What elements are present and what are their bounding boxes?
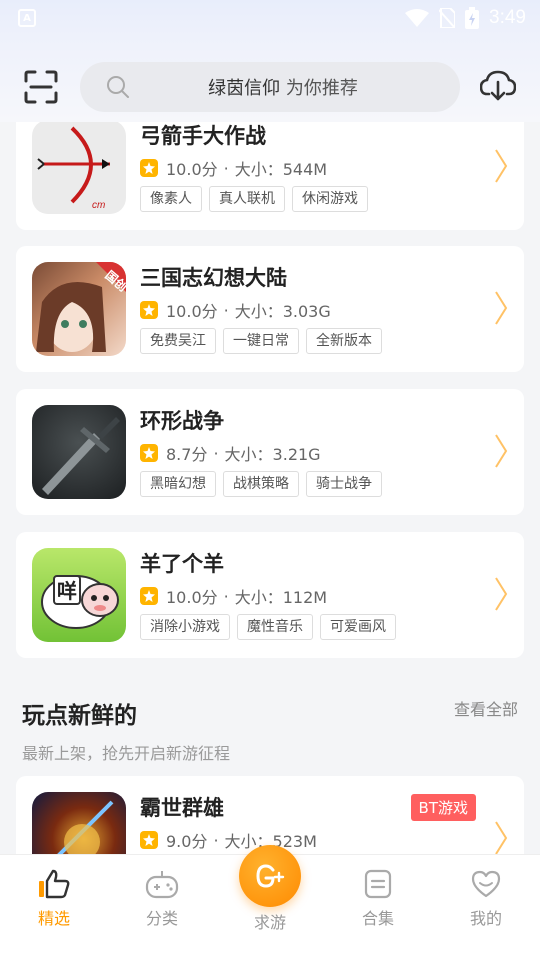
game-size: 大小：3.03G — [234, 302, 331, 321]
tab-mine[interactable]: 我的 — [446, 867, 526, 929]
game-name: 羊了个羊 — [140, 552, 224, 576]
scan-icon[interactable] — [24, 70, 58, 104]
sheep-image: 咩 — [41, 575, 119, 629]
heart-icon — [471, 870, 501, 898]
chevron-right-icon — [495, 577, 508, 611]
warrior-image — [57, 800, 114, 854]
chevron-right-icon — [495, 149, 508, 183]
view-all-link[interactable]: 查看全部 — [454, 696, 518, 720]
chevron-right-icon — [495, 434, 508, 468]
game-name: 环形战争 — [140, 409, 224, 433]
tab-label: 合集 — [361, 909, 394, 928]
game-card[interactable]: 咩 羊了个羊 10.0分 · 大小：112M 消除小游戏 魔性音乐 可爱画风 — [16, 532, 524, 658]
star-icon — [140, 301, 158, 319]
tag[interactable]: 战棋策略 — [223, 471, 299, 497]
game-thumbnail: 咩 — [32, 548, 126, 642]
tab-categories[interactable]: 分类 — [122, 867, 202, 929]
bow-arrow-image: cm — [37, 126, 110, 211]
game-score: 8.7分 — [166, 445, 208, 464]
game-card[interactable]: cm 弓箭手大作战 10.0分 · 大小：544M 像素人 真人联机 休闲游戏 — [16, 122, 524, 230]
main-feed[interactable]: cm 弓箭手大作战 10.0分 · 大小：544M 像素人 真人联机 休闲游戏 … — [0, 122, 540, 854]
bottom-tab-bar: 精选 分类 求游 合集 我的 — [0, 845, 540, 960]
tag[interactable]: 像素人 — [140, 186, 202, 212]
game-card[interactable]: 环形战争 8.7分 · 大小：3.21G 黑暗幻想 战棋策略 骑士战争 — [16, 389, 524, 515]
game-meta: 10.0分 · 大小：3.03G — [140, 298, 331, 322]
tab-label: 分类 — [145, 909, 178, 928]
no-sim-icon — [439, 8, 456, 28]
section-new-games: 玩点新鲜的 查看全部 最新上架，抢先开启新游征程 — [22, 696, 518, 764]
chevron-right-icon — [495, 821, 508, 854]
search-icon — [107, 76, 129, 98]
tag[interactable]: 魔性音乐 — [237, 614, 313, 640]
search-placeholder: 绿茵信仰 为你推荐 — [80, 74, 460, 100]
request-game-button[interactable] — [239, 845, 301, 907]
tab-label: 我的 — [469, 909, 502, 928]
anime-girl-image: 国创 — [36, 262, 126, 352]
bt-badge: BT游戏 — [410, 794, 476, 821]
game-name: 霸世群雄 — [140, 796, 224, 820]
tag-list: 像素人 真人联机 休闲游戏 — [140, 186, 368, 212]
game-name: 三国志幻想大陆 — [140, 266, 287, 290]
section-title: 玩点新鲜的 — [22, 703, 137, 729]
game-size: 大小：112M — [234, 588, 328, 607]
tag[interactable]: 骑士战争 — [306, 471, 382, 497]
game-card[interactable]: 霸世群雄 BT游戏 9.0分 · 大小：523M — [16, 776, 524, 854]
game-thumbnail: 国创 — [32, 262, 126, 356]
star-icon — [140, 587, 158, 605]
tab-featured[interactable]: 精选 — [14, 867, 94, 929]
top-header: 绿茵信仰 为你推荐 — [0, 36, 540, 122]
tab-label: 求游 — [253, 913, 286, 932]
section-subtitle: 最新上架，抢先开启新游征程 — [22, 744, 231, 763]
game-score: 10.0分 — [166, 302, 218, 321]
star-icon — [140, 444, 158, 462]
game-thumbnail: cm — [32, 122, 126, 214]
tag[interactable]: 休闲游戏 — [292, 186, 368, 212]
game-meta: 8.7分 · 大小：3.21G — [140, 441, 321, 465]
tag[interactable]: 真人联机 — [209, 186, 285, 212]
tag-list: 免费吴江 一键日常 全新版本 — [140, 328, 382, 354]
game-meta: 9.0分 · 大小：523M — [140, 828, 317, 852]
game-meta: 10.0分 · 大小：112M — [140, 584, 327, 608]
game-size: 大小：544M — [234, 160, 328, 179]
g-plus-icon — [256, 864, 285, 888]
game-size: 大小：3.21G — [224, 445, 321, 464]
collection-icon — [364, 869, 392, 899]
tab-collections[interactable]: 合集 — [338, 867, 418, 929]
wifi-icon — [405, 9, 430, 27]
game-name: 弓箭手大作战 — [140, 124, 266, 148]
star-icon — [140, 159, 158, 177]
game-thumbnail — [32, 792, 126, 854]
chevron-right-icon — [495, 291, 508, 325]
tag[interactable]: 一键日常 — [223, 328, 299, 354]
tab-label: 精选 — [37, 909, 70, 928]
tag-list: 黑暗幻想 战棋策略 骑士战争 — [140, 471, 382, 497]
status-bar: A 3:49 — [0, 0, 540, 36]
search-bar[interactable]: 绿茵信仰 为你推荐 — [80, 62, 460, 112]
tag[interactable]: 黑暗幻想 — [140, 471, 216, 497]
game-score: 10.0分 — [166, 160, 218, 179]
tag[interactable]: 消除小游戏 — [140, 614, 230, 640]
sword-image — [42, 417, 120, 495]
status-time: 3:49 — [489, 7, 526, 28]
game-thumbnail — [32, 405, 126, 499]
tag[interactable]: 可爱画风 — [320, 614, 396, 640]
sheep-label: 咩 — [57, 579, 77, 603]
search-keyword: 绿茵信仰 — [208, 78, 281, 99]
search-hint: 为你推荐 — [285, 78, 358, 99]
game-card[interactable]: 国创 三国志幻想大陆 10.0分 · 大小：3.03G 免费吴江 一键日常 全新… — [16, 246, 524, 372]
notification-icon: A — [18, 9, 36, 27]
game-score: 10.0分 — [166, 588, 218, 607]
gamepad-icon — [145, 871, 179, 899]
thumbs-up-icon — [39, 869, 70, 899]
tag[interactable]: 免费吴江 — [140, 328, 216, 354]
battery-icon — [465, 7, 480, 29]
tag-list: 消除小游戏 魔性音乐 可爱画风 — [140, 614, 396, 640]
download-icon[interactable] — [480, 70, 516, 102]
game-score: 9.0分 — [166, 832, 208, 851]
svg-text:cm: cm — [92, 200, 105, 211]
game-meta: 10.0分 · 大小：544M — [140, 156, 327, 180]
tag[interactable]: 全新版本 — [306, 328, 382, 354]
star-icon — [140, 831, 158, 849]
